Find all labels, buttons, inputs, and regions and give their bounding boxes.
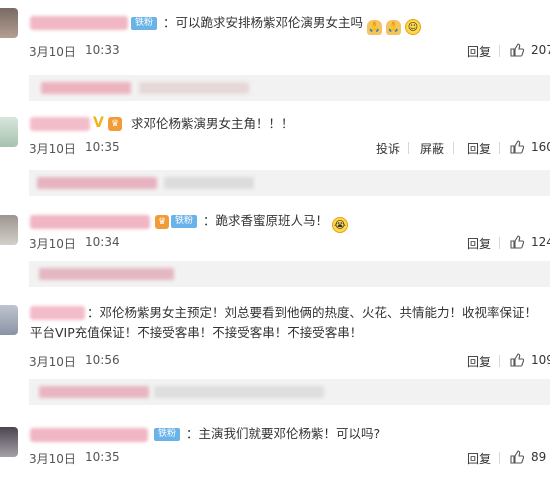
- comment-date: 3月10日: [29, 142, 76, 156]
- comment-time: 10:33: [85, 43, 120, 57]
- verified-v-icon: V: [93, 115, 104, 131]
- vip-badge-icon: ♛: [108, 117, 122, 131]
- divider: [408, 142, 409, 154]
- reply-text-blurred: [41, 82, 131, 94]
- fan-badge: 铁粉: [154, 428, 181, 441]
- avatar[interactable]: [0, 215, 18, 245]
- divider: [453, 142, 454, 154]
- comment-item: V ♛ 求邓伦杨紫演男女主角！！！ 3月10日 10:35 投诉 屏蔽 回复 1…: [0, 100, 550, 200]
- like-count: 160: [531, 140, 550, 154]
- like-count: 124: [531, 235, 550, 249]
- thumbs-up-icon[interactable]: [510, 140, 524, 154]
- comment-date: 3月10日: [29, 237, 76, 251]
- reply-button[interactable]: 回复: [467, 353, 491, 370]
- pray-icon: 🙏: [385, 20, 401, 35]
- reply-text-blurred: [39, 386, 149, 398]
- vip-badge-icon: ♛: [155, 215, 169, 229]
- reply-text-blurred: [154, 386, 324, 398]
- reply-preview[interactable]: [29, 379, 550, 405]
- block-button[interactable]: 屏蔽: [420, 140, 444, 157]
- thumbs-up-icon[interactable]: [510, 353, 524, 367]
- avatar[interactable]: [0, 8, 18, 38]
- comment-text: 求邓伦杨紫演男女主角！！！: [131, 116, 294, 131]
- pray-icon: 🙏: [367, 20, 382, 35]
- username-blurred[interactable]: [30, 215, 150, 229]
- reply-preview[interactable]: [29, 261, 550, 287]
- username-blurred[interactable]: [30, 16, 128, 30]
- comment-text-body: ：跪求香蜜原班人马！: [203, 213, 329, 228]
- fan-badge: 铁粉: [131, 17, 158, 30]
- username-blurred[interactable]: [30, 428, 148, 442]
- reply-button[interactable]: 回复: [467, 140, 491, 157]
- reply-button[interactable]: 回复: [467, 235, 491, 252]
- divider: [499, 45, 500, 57]
- comment-date: 3月10日: [29, 355, 76, 369]
- report-button[interactable]: 投诉: [376, 140, 400, 157]
- divider: [499, 237, 500, 249]
- comment-text: ：可以跪求安排杨紫邓伦演男女主吗 🙏 🙏 ☺: [163, 14, 421, 35]
- username-blurred[interactable]: [30, 117, 90, 131]
- reply-text-blurred: [37, 177, 157, 189]
- reply-text-blurred: [139, 82, 249, 94]
- comment-text: ：邓伦杨紫男女主预定！刘总要看到他俩的热度、火花、共情能力！收视率保证！平台VI…: [30, 305, 538, 340]
- like-count: 109: [531, 353, 550, 367]
- comment-text: ：跪求香蜜原班人马！ 😭: [203, 212, 348, 233]
- reply-preview[interactable]: [29, 75, 550, 101]
- comment-text-body: ：可以跪求安排杨紫邓伦演男女主吗: [163, 15, 364, 30]
- comment-time: 10:35: [85, 450, 120, 464]
- comment-item: 铁粉 ：主演我们就要邓伦杨紫！可以吗? 3月10日 10:35 回复 89: [0, 415, 550, 482]
- fan-badge: 铁粉: [171, 215, 198, 228]
- divider: [499, 142, 500, 154]
- thumbs-up-icon[interactable]: [510, 43, 524, 57]
- comment-item: 铁粉 ：可以跪求安排杨紫邓伦演男女主吗 🙏 🙏 ☺ 3月10日 10:33 回复…: [0, 0, 550, 101]
- reply-button[interactable]: 回复: [467, 43, 491, 60]
- crying-face-icon: 😭: [332, 217, 348, 233]
- reply-preview[interactable]: [29, 170, 550, 196]
- comment-item: ：邓伦杨紫男女主预定！刘总要看到他俩的热度、火花、共情能力！收视率保证！平台VI…: [0, 295, 550, 415]
- divider: [499, 355, 500, 367]
- avatar[interactable]: [0, 427, 18, 457]
- comment-date: 3月10日: [29, 452, 76, 466]
- like-count: 89: [531, 450, 547, 464]
- avatar[interactable]: [0, 117, 18, 147]
- thumbs-up-icon[interactable]: [510, 235, 524, 249]
- reply-text-blurred: [164, 177, 254, 189]
- comment-text: ：主演我们就要邓伦杨紫！可以吗?: [186, 426, 381, 441]
- comment-time: 10:35: [85, 140, 120, 154]
- reply-text-blurred: [39, 268, 174, 280]
- thumbs-up-icon[interactable]: [510, 450, 524, 464]
- like-count: 207: [531, 43, 550, 57]
- comment-date: 3月10日: [29, 45, 76, 59]
- smiling-face-icon: ☺: [404, 19, 421, 35]
- reply-button[interactable]: 回复: [467, 450, 491, 467]
- divider: [499, 452, 500, 464]
- comment-time: 10:56: [85, 353, 120, 367]
- comment-item: ♛ 铁粉 ：跪求香蜜原班人马！ 😭 3月10日 10:34 回复 124: [0, 200, 550, 295]
- avatar[interactable]: [0, 305, 18, 335]
- comment-time: 10:34: [85, 235, 120, 249]
